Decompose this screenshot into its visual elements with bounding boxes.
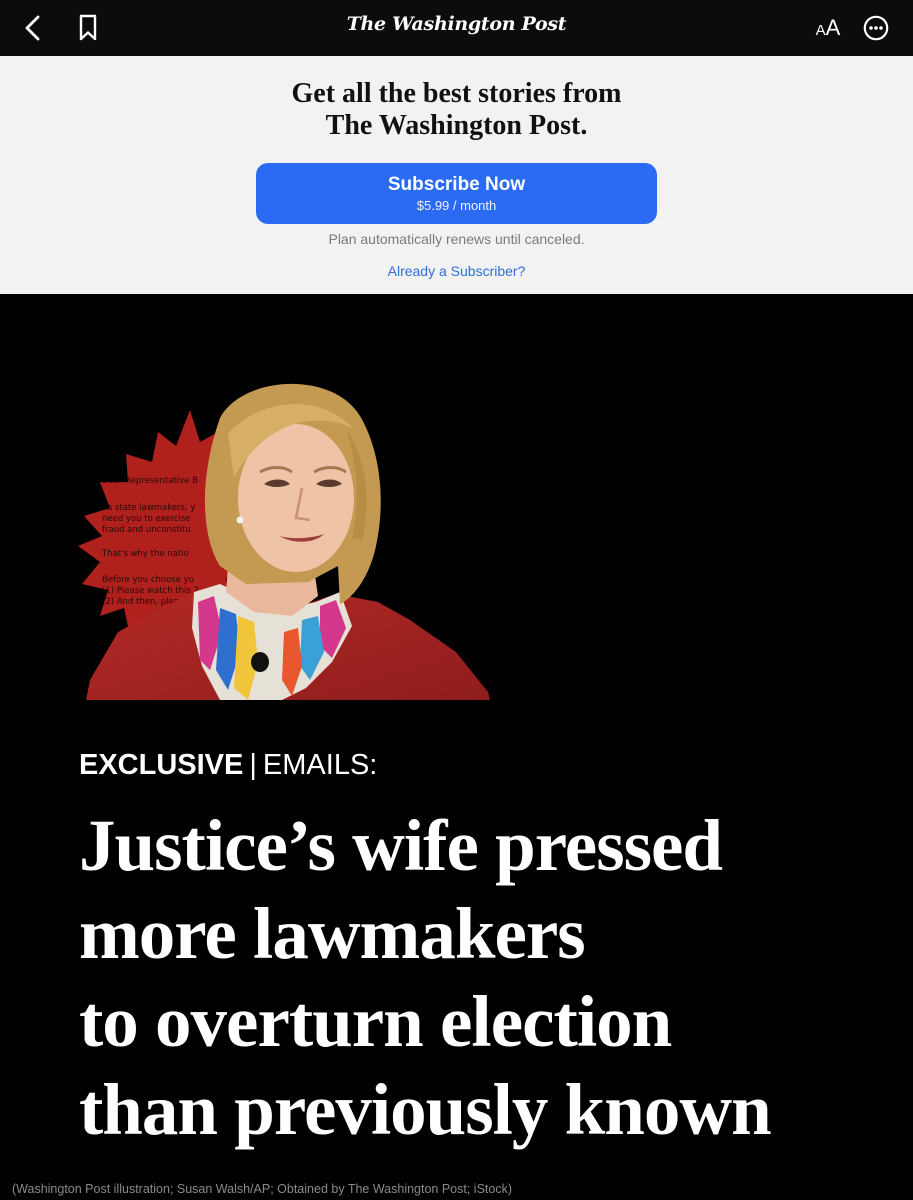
letter-line: need you to exercise (102, 514, 191, 524)
more-icon (863, 15, 889, 41)
letter-line: (1) Please watch this 2- (102, 586, 202, 596)
hero-illustration: Dear Representative B As state lawmakers… (78, 383, 490, 700)
top-nav-bar: The Washington Post AA (0, 0, 913, 56)
more-options-button[interactable] (856, 8, 896, 48)
text-size-icon: AA (815, 15, 841, 40)
letter-line: Before you choose yo (102, 575, 194, 585)
letter-line: fraud and unconstitu (102, 525, 191, 535)
image-credit-caption: (Washington Post illustration; Susan Wal… (12, 1182, 513, 1196)
letter-line: That's why the natio (101, 549, 189, 559)
subscribe-now-button[interactable]: Subscribe Now $5.99 / month (256, 163, 657, 224)
headline-line: more lawmakers (79, 893, 586, 974)
text-size-button[interactable]: AA (806, 8, 850, 48)
exclusive-tag: EXCLUSIVE (79, 749, 244, 781)
already-subscriber-link[interactable]: Already a Subscriber? (0, 263, 913, 279)
masthead-logo: The Washington Post (346, 13, 567, 35)
subscribe-price: $5.99 / month (416, 198, 497, 213)
subscribe-banner: Get all the best stories from The Washin… (0, 56, 913, 294)
article-headline: Justice’s wife pressed more lawmakers to… (79, 802, 879, 1154)
letter-line: As state lawmakers, y (102, 503, 195, 513)
letter-line: Dear Representative B (102, 476, 198, 486)
kicker-separator: | (249, 749, 257, 781)
promo-headline: Get all the best stories from The Washin… (291, 78, 622, 141)
article-kicker: EXCLUSIVE | EMAILS: (79, 749, 377, 782)
subscribe-button-label: Subscribe Now (387, 174, 526, 195)
kicker-label: EMAILS: (262, 749, 378, 781)
renewal-note: Plan automatically renews until canceled… (328, 231, 585, 247)
headline-line: than previously known (79, 1069, 772, 1150)
headline-line: to overturn election (79, 981, 672, 1062)
headline-line: Justice’s wife pressed (79, 805, 723, 886)
